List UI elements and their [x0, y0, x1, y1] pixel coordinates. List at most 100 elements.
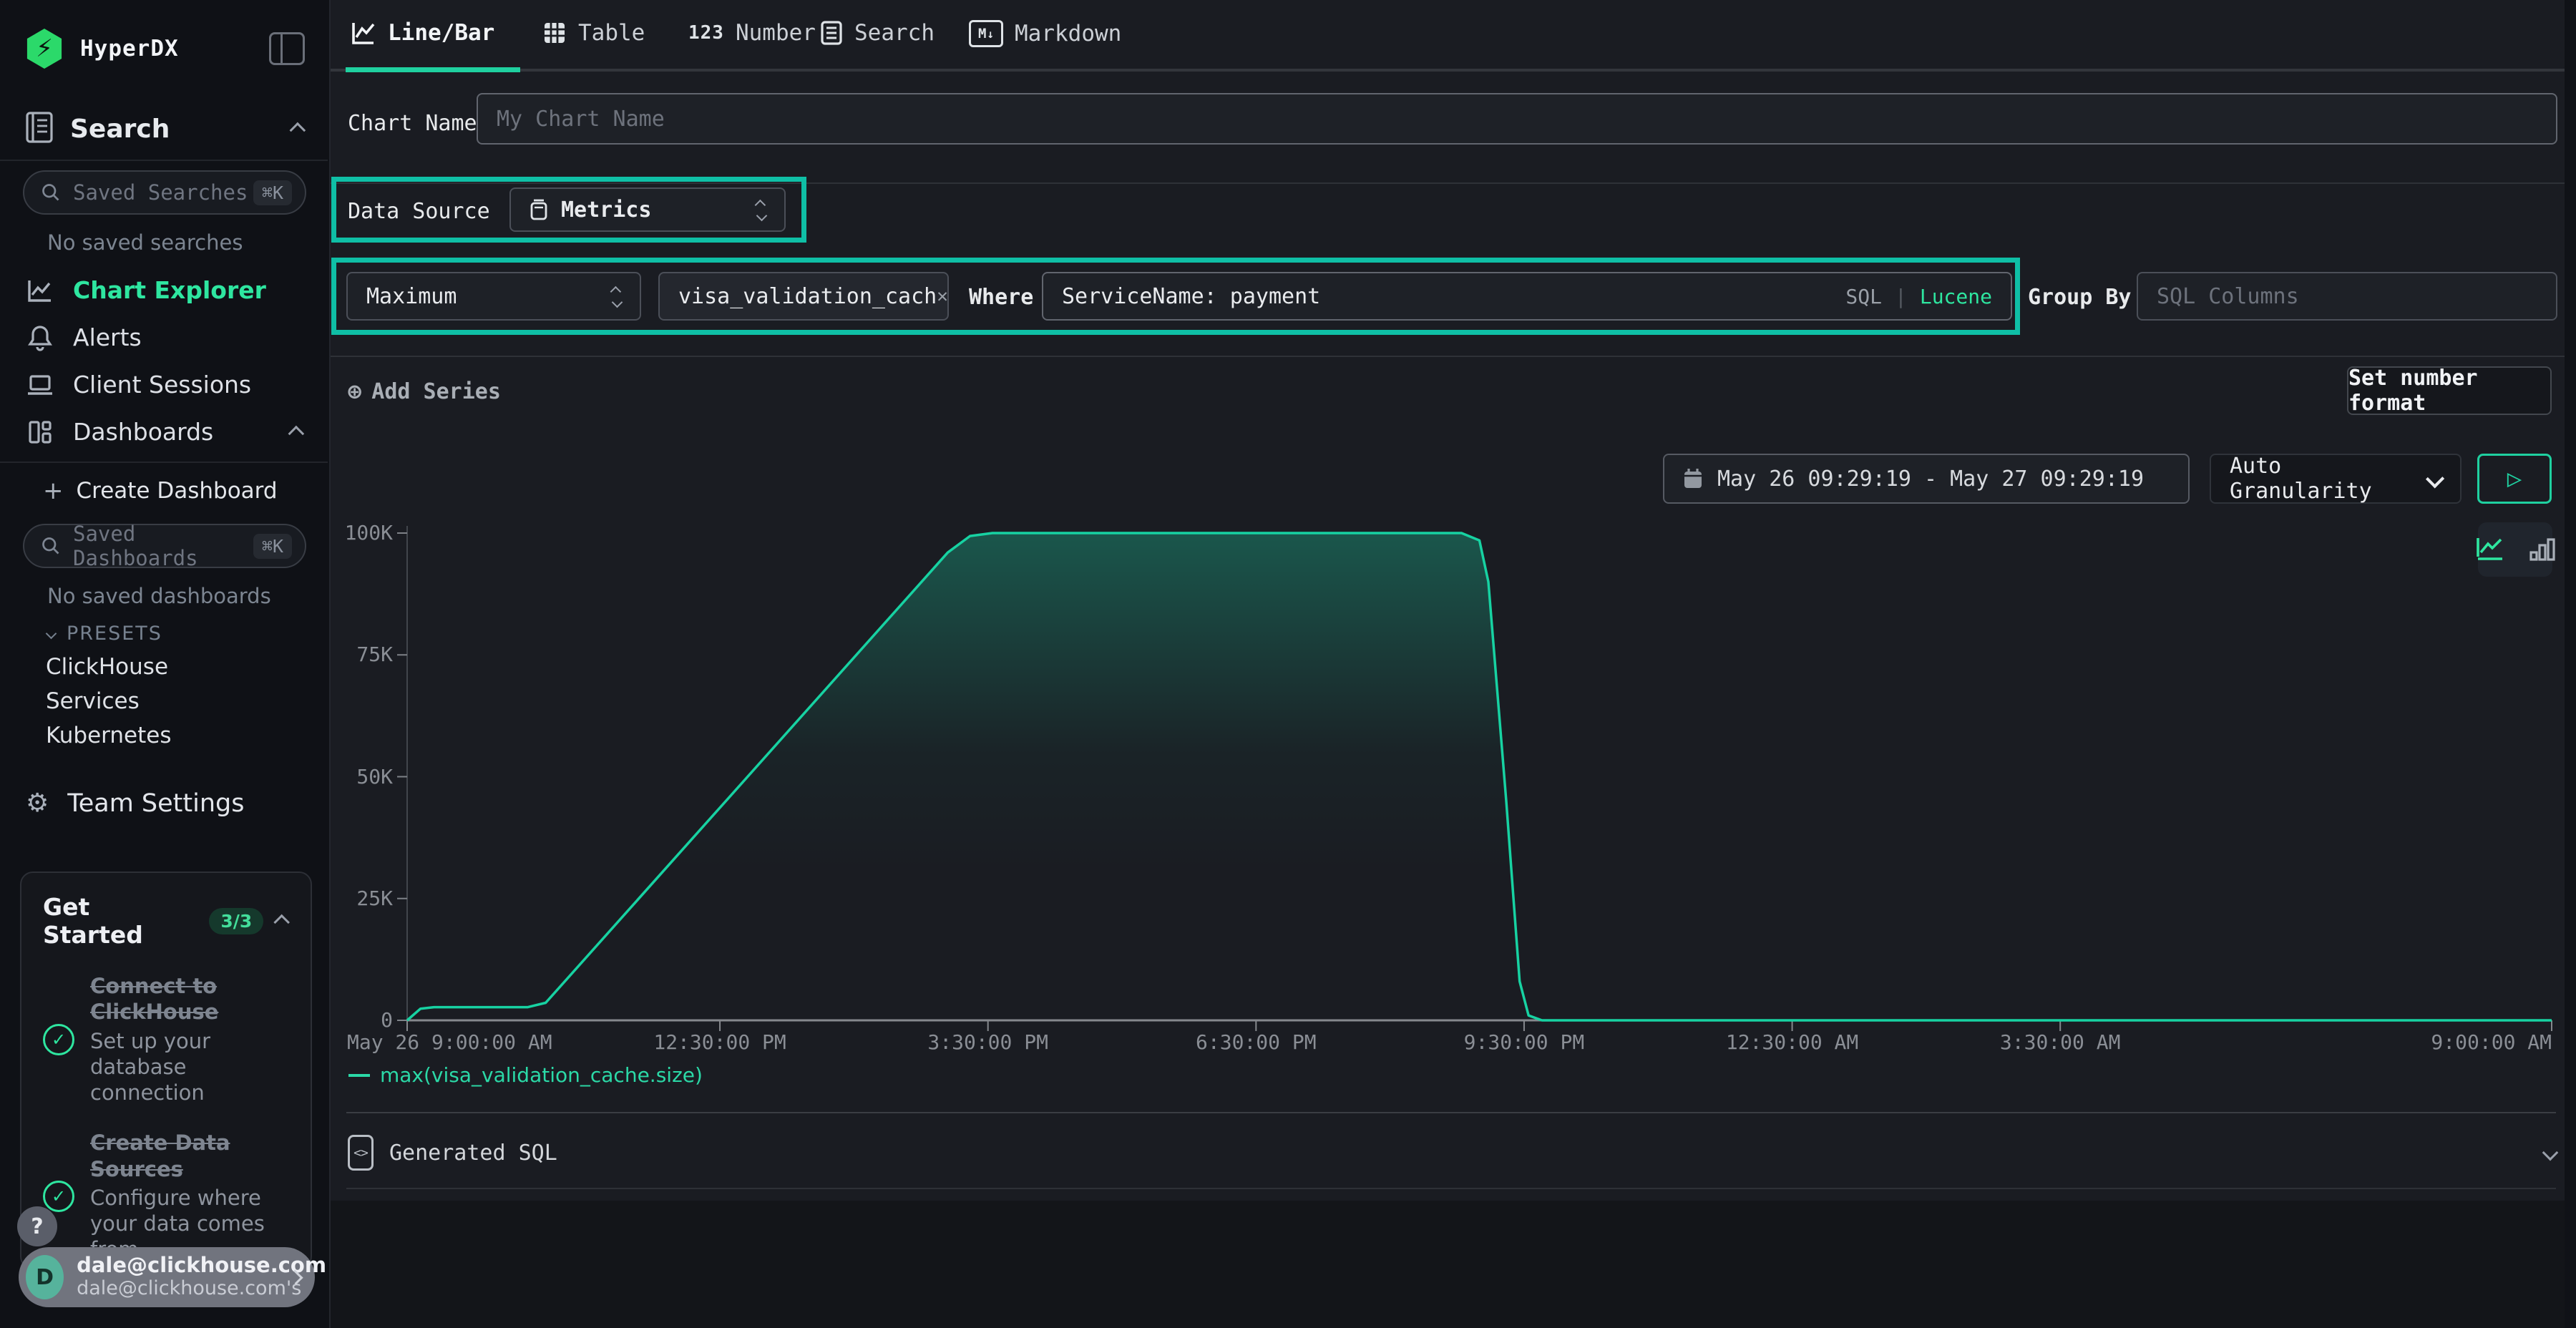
- divider: [346, 1112, 2556, 1113]
- date-range-picker[interactable]: May 26 09:29:19 - May 27 09:29:19: [1663, 454, 2190, 504]
- kbd-shortcut: ⌘K: [253, 534, 292, 559]
- chevron-up-icon[interactable]: [288, 425, 305, 441]
- saved-dashboards-placeholder: Saved Dashboards: [73, 522, 253, 570]
- presets-header[interactable]: PRESETS: [47, 622, 162, 645]
- x-axis-labels: May 26 9:00:00 AM 12:30:00 PM 3:30:00 PM…: [390, 1030, 2565, 1059]
- saved-searches-placeholder: Saved Searches: [73, 180, 253, 205]
- search-section-icon: [26, 112, 53, 146]
- plus-circle-icon: ⊕: [348, 378, 361, 405]
- kbd-shortcut: ⌘K: [253, 180, 292, 205]
- sidebar-item-team-settings[interactable]: ⚙ Team Settings: [26, 788, 244, 818]
- line-chart-icon: [26, 278, 54, 303]
- tab-line-bar[interactable]: Line/Bar: [351, 20, 494, 46]
- data-source-label: Data Source: [348, 199, 490, 224]
- sidebar-item-label: Alerts: [73, 323, 142, 351]
- tabbar-divider: [331, 69, 2565, 72]
- series-area: [407, 533, 2552, 1020]
- select-chevrons-icon: [758, 200, 766, 220]
- lucene-mode-toggle[interactable]: Lucene: [1920, 285, 1992, 308]
- check-circle-icon: ✓: [43, 1181, 74, 1212]
- scrollbar-track[interactable]: [2565, 0, 2576, 1328]
- chevron-down-icon: [46, 628, 57, 640]
- search-icon: [40, 182, 62, 203]
- preset-services[interactable]: Services: [46, 688, 140, 714]
- no-saved-searches-note: No saved searches: [47, 230, 243, 255]
- tab-markdown[interactable]: M↓ Markdown: [969, 20, 1121, 47]
- sql-mode-toggle[interactable]: SQL: [1845, 285, 1882, 308]
- chart-name-label: Chart Name: [348, 111, 477, 136]
- sidebar-item-label: Chart Explorer: [73, 276, 266, 304]
- avatar: D: [26, 1255, 64, 1299]
- chart-plot[interactable]: [390, 526, 2565, 1035]
- chart-legend[interactable]: max(visa_validation_cache.size): [348, 1063, 703, 1087]
- add-series-button[interactable]: ⊕ Add Series: [348, 378, 501, 405]
- user-menu[interactable]: D dale@clickhouse.com dale@clickhouse.co…: [19, 1247, 315, 1307]
- get-started-item[interactable]: ✓ Create Data Sources Configure where yo…: [43, 1130, 289, 1262]
- tab-search[interactable]: Search: [820, 20, 935, 46]
- no-saved-dashboards-note: No saved dashboards: [47, 584, 271, 608]
- get-started-item[interactable]: ✓ Connect to ClickHouse Set up your data…: [43, 973, 289, 1105]
- get-started-card: Get Started 3/3 ✓ Connect to ClickHouse …: [20, 872, 312, 1269]
- number-123-icon: 123: [688, 22, 724, 44]
- sidebar-section-search[interactable]: Search: [70, 114, 170, 144]
- tab-table[interactable]: Table: [542, 20, 645, 46]
- laptop-icon: [26, 374, 54, 396]
- sidebar-item-label: Client Sessions: [73, 371, 251, 399]
- user-subtitle: dale@clickhouse.com's: [77, 1277, 291, 1300]
- where-input[interactable]: ServiceName: payment SQL | Lucene: [1042, 272, 2012, 321]
- get-started-badge: 3/3: [209, 908, 263, 934]
- bell-icon: [26, 324, 54, 351]
- markdown-icon: M↓: [969, 20, 1003, 47]
- code-icon: <>: [348, 1135, 374, 1171]
- group-by-label: Group By: [2028, 285, 2132, 310]
- get-started-title: Get Started: [43, 893, 195, 949]
- help-button[interactable]: ?: [17, 1206, 57, 1246]
- preset-kubernetes[interactable]: Kubernetes: [46, 723, 171, 748]
- chart-name-input[interactable]: My Chart Name: [477, 93, 2557, 145]
- chevron-up-icon[interactable]: [290, 122, 306, 139]
- page-background: [331, 1201, 2576, 1328]
- y-axis-labels: 100K 75K 50K 25K 0: [326, 526, 397, 1027]
- metric-tag[interactable]: visa_validation_cach ✕: [658, 272, 949, 321]
- saved-dashboards-input[interactable]: Saved Dashboards ⌘K: [23, 524, 306, 568]
- sidebar-item-client-sessions[interactable]: Client Sessions: [26, 371, 251, 399]
- document-list-icon: [820, 20, 843, 46]
- select-chevrons-icon: [613, 286, 621, 306]
- sidebar-item-chart-explorer[interactable]: Chart Explorer: [26, 276, 266, 304]
- user-email: dale@clickhouse.com: [77, 1254, 291, 1277]
- line-chart-icon: [351, 20, 376, 46]
- divider: [0, 160, 328, 161]
- close-icon[interactable]: ✕: [937, 285, 948, 307]
- data-source-select[interactable]: Metrics: [509, 187, 786, 232]
- check-circle-icon: ✓: [43, 1024, 74, 1055]
- preset-clickhouse[interactable]: ClickHouse: [46, 654, 168, 680]
- database-icon: [530, 198, 548, 221]
- sidebar-item-alerts[interactable]: Alerts: [26, 323, 142, 351]
- sidebar: ⚡ HyperDX Search Saved Searches ⌘K No sa…: [0, 0, 331, 1328]
- divider: [331, 356, 2565, 357]
- generated-sql-row[interactable]: <> Generated SQL: [348, 1135, 2556, 1171]
- sidebar-item-label: Dashboards: [73, 418, 213, 446]
- granularity-select[interactable]: Auto Granularity: [2210, 454, 2462, 504]
- group-by-input[interactable]: SQL Columns: [2137, 272, 2557, 321]
- set-number-format-button[interactable]: Set number format: [2347, 366, 2552, 415]
- tab-number[interactable]: 123 Number: [688, 20, 816, 46]
- hyperdx-logo-icon[interactable]: ⚡: [24, 29, 64, 69]
- create-dashboard-button[interactable]: + Create Dashboard: [43, 477, 278, 505]
- aggregation-select[interactable]: Maximum: [346, 272, 641, 321]
- calendar-icon: [1683, 468, 1703, 489]
- run-query-button[interactable]: ▷: [2477, 454, 2552, 504]
- legend-swatch: [348, 1074, 370, 1077]
- chevron-up-icon[interactable]: [274, 914, 290, 930]
- active-tab-indicator: [346, 67, 520, 72]
- play-icon: ▷: [2507, 464, 2522, 493]
- sidebar-item-dashboards[interactable]: Dashboards: [26, 418, 303, 446]
- saved-searches-input[interactable]: Saved Searches ⌘K: [23, 170, 306, 215]
- divider: [0, 462, 328, 463]
- table-icon: [542, 21, 567, 45]
- sidebar-collapse-icon[interactable]: [269, 32, 305, 65]
- where-label: Where: [969, 285, 1033, 310]
- divider: [346, 1188, 2556, 1189]
- chevron-down-icon[interactable]: [2542, 1145, 2559, 1161]
- dashboard-grid-icon: [26, 419, 54, 445]
